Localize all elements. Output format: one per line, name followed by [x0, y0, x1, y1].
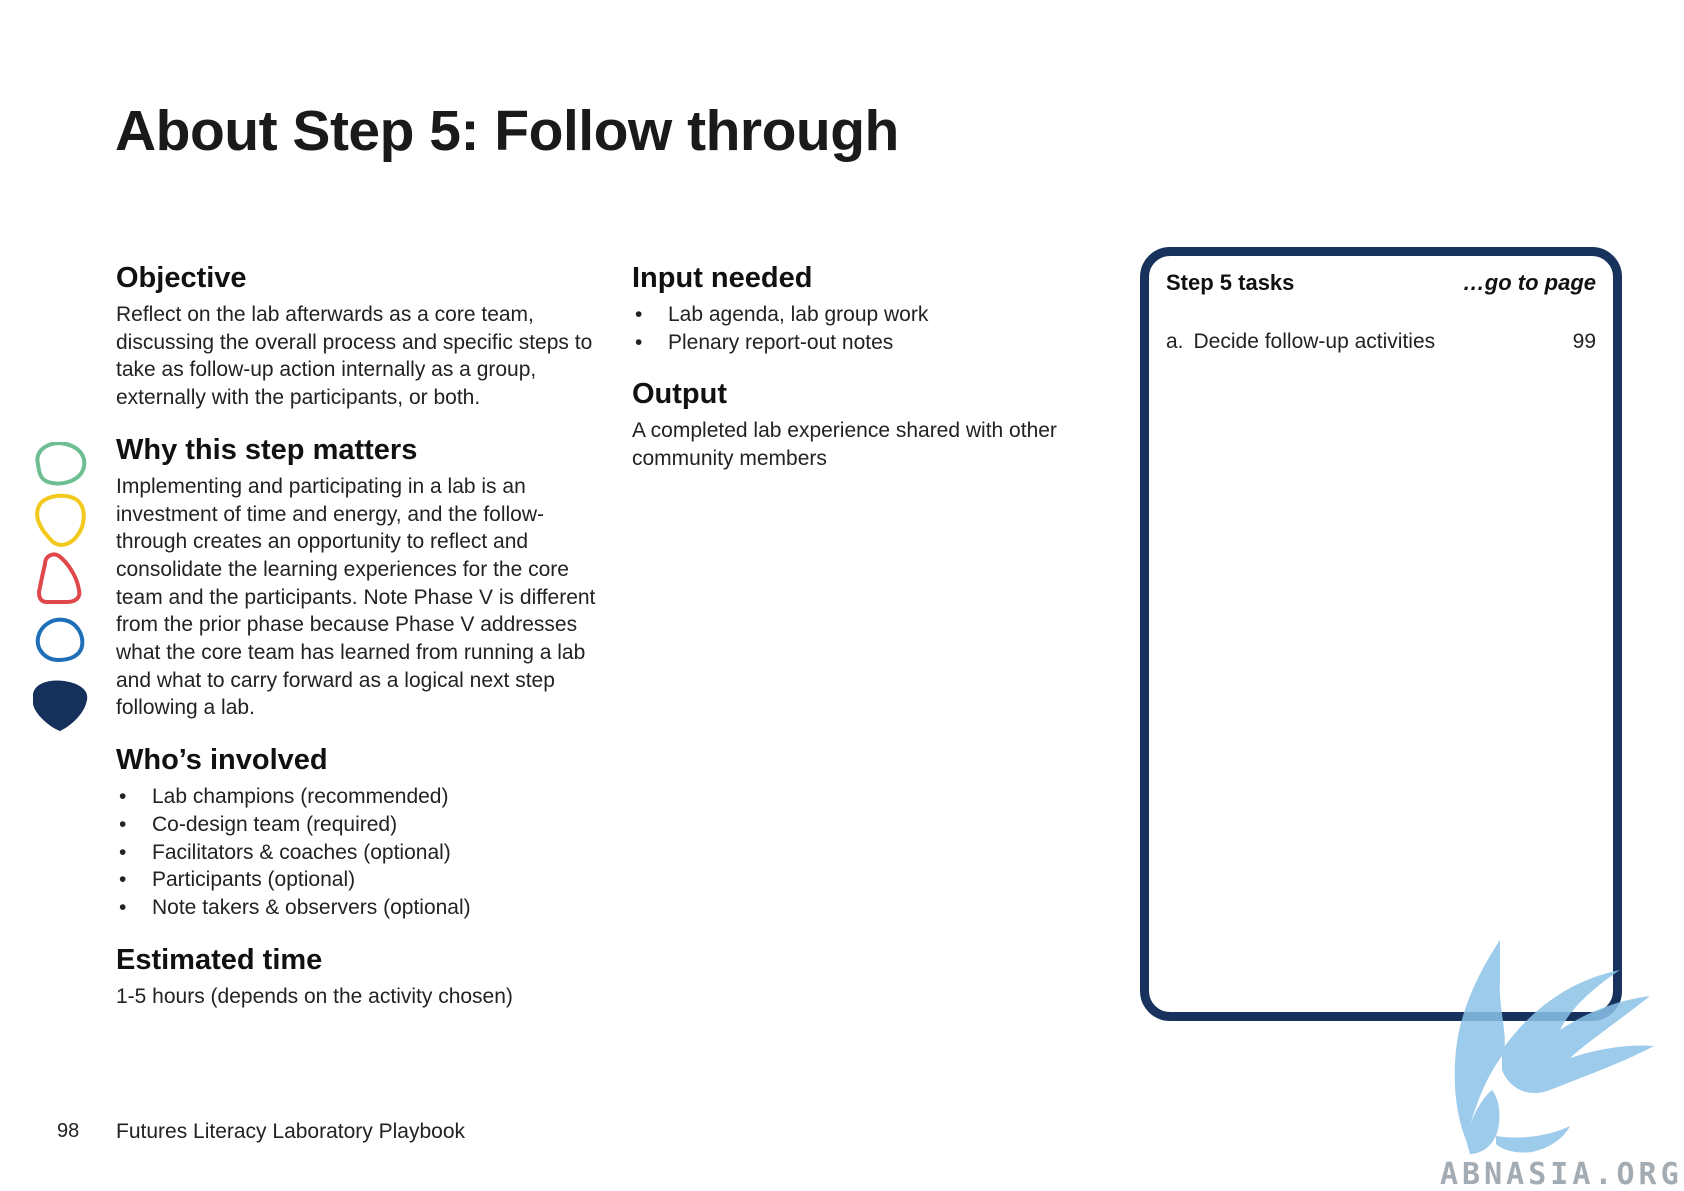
middle-column: Input needed Lab agenda, lab group work … [632, 262, 1102, 495]
tasks-title: Step 5 tasks [1166, 270, 1295, 295]
blue-outline-blob-icon [35, 617, 85, 663]
step-indicator-icons [28, 442, 88, 752]
output-text: A completed lab experience shared with o… [632, 419, 1057, 471]
who-list: Lab champions (recommended) Co-design te… [116, 783, 606, 922]
list-item: Note takers & observers (optional) [116, 894, 606, 922]
watermark-logo: ABNASIA.ORG [1440, 940, 1683, 1191]
task-page-number: 99 [1572, 330, 1596, 353]
task-link-decide-follow-up[interactable]: a. Decide follow-up activities 99 [1166, 330, 1596, 354]
why-heading: Why this step matters [116, 433, 418, 466]
green-outline-blob-icon [35, 442, 87, 486]
output-heading: Output [632, 378, 728, 411]
footer-title: Futures Literacy Laboratory Playbook [116, 1120, 466, 1143]
yellow-outline-blob-icon [35, 493, 86, 547]
objective-text: Reflect on the lab afterwards as a core … [116, 303, 593, 410]
list-item: Facilitators & coaches (optional) [116, 839, 606, 867]
watermark-text: ABNASIA.ORG [1440, 1157, 1683, 1191]
input-list: Lab agenda, lab group work Plenary repor… [632, 301, 1102, 356]
time-text: 1-5 hours (depends on the activity chose… [116, 984, 513, 1008]
tasks-header: Step 5 tasks …go to page [1166, 270, 1596, 296]
red-outline-blob-icon [36, 552, 82, 604]
page-title: About Step 5: Follow through [115, 99, 899, 163]
time-heading: Estimated time [116, 943, 323, 976]
navy-filled-blob-icon [33, 680, 88, 732]
griffin-wing-icon [1454, 940, 1654, 1154]
task-letter: a. [1166, 330, 1184, 353]
list-item: Plenary report-out notes [632, 329, 1102, 357]
list-item: Lab champions (recommended) [116, 783, 606, 811]
left-column: Objective Reflect on the lab afterwards … [116, 262, 606, 1032]
list-item: Participants (optional) [116, 866, 606, 894]
step-indicator-svg [33, 442, 88, 732]
page-number: 98 [57, 1120, 80, 1142]
list-item: Co-design team (required) [116, 811, 606, 839]
task-label-group: a. Decide follow-up activities [1166, 330, 1435, 354]
task-label: Decide follow-up activities [1193, 330, 1436, 353]
who-heading: Who’s involved [116, 744, 328, 777]
list-item: Lab agenda, lab group work [632, 301, 1102, 329]
tasks-goto-label: …go to page [1462, 270, 1596, 295]
tasks-panel: Step 5 tasks …go to page a. Decide follow… [1140, 247, 1622, 1021]
why-text: Implementing and participating in a lab … [116, 474, 596, 720]
objective-heading: Objective [116, 262, 247, 294]
input-heading: Input needed [632, 262, 813, 294]
